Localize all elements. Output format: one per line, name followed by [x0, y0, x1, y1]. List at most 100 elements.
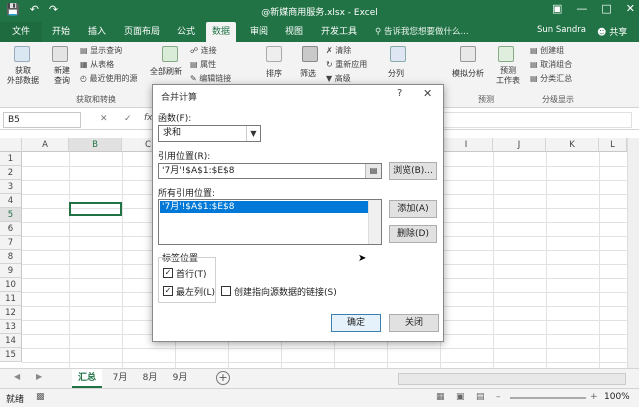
cancel-icon[interactable]: ✕ — [100, 114, 108, 124]
horizontal-scrollbar[interactable] — [398, 373, 626, 385]
text-to-columns-button[interactable]: 分列 — [388, 68, 404, 79]
edit-links-button[interactable]: ✎ 编辑链接 — [190, 73, 231, 84]
sheet-tab-summary[interactable]: 汇总 — [72, 369, 102, 388]
tab-home[interactable]: 开始 — [46, 22, 76, 42]
zoom-slider[interactable] — [510, 397, 586, 399]
tell-me-search[interactable]: ⚲ 告诉我您想要做什么... — [375, 25, 469, 37]
sheet-tab-september[interactable]: 9月 — [168, 369, 192, 388]
edit-links-icon: ✎ — [190, 74, 197, 83]
macro-record-icon[interactable]: ▩ — [36, 392, 45, 402]
connections-button[interactable]: ☍ 连接 — [190, 45, 217, 56]
tab-file[interactable]: 文件 — [0, 22, 42, 42]
recent-sources-button[interactable]: ◴ 最近使用的源 — [80, 73, 138, 84]
row-header[interactable]: 11 — [0, 292, 22, 306]
row-header[interactable]: 7 — [0, 236, 22, 250]
create-links-checkbox[interactable] — [221, 286, 231, 296]
enter-icon[interactable]: ✓ — [124, 114, 132, 124]
row-header[interactable]: 10 — [0, 278, 22, 292]
tab-review[interactable]: 审阅 — [244, 22, 274, 42]
scroll-right-icon[interactable]: ▶ — [36, 372, 42, 381]
column-header[interactable]: I — [440, 138, 493, 152]
tab-view[interactable]: 视图 — [279, 22, 309, 42]
row-header[interactable]: 15 — [0, 348, 22, 362]
get-external-data-button[interactable]: 获取 外部数据 — [4, 66, 42, 86]
browse-button[interactable]: 浏览(B)... — [389, 162, 437, 180]
row-header[interactable]: 6 — [0, 222, 22, 236]
sheet-tab-july[interactable]: 7月 — [108, 369, 132, 388]
name-box[interactable]: B5 — [3, 112, 81, 128]
add-button[interactable]: 添加(A) — [389, 200, 437, 218]
function-select[interactable]: 求和 ▼ — [158, 125, 261, 142]
list-item[interactable]: '7月'!$A$1:$E$8 — [160, 201, 368, 213]
row-header[interactable]: 14 — [0, 334, 22, 348]
clear-filter-button[interactable]: ✗ 清除 — [326, 45, 351, 56]
all-references-list[interactable]: '7月'!$A$1:$E$8 — [158, 199, 382, 245]
page-layout-view-icon[interactable]: ▣ — [456, 392, 465, 402]
forecast-sheet-button[interactable]: 预测 工作表 — [494, 66, 522, 86]
zoom-out-icon[interactable]: – — [496, 392, 501, 402]
minimize-icon[interactable]: — — [576, 2, 587, 15]
help-icon[interactable]: ? — [397, 88, 402, 99]
from-table-button[interactable]: ▦ 从表格 — [80, 59, 114, 70]
advanced-filter-button[interactable]: ▼ 高级 — [326, 73, 351, 84]
share-button[interactable]: ☻ 共享 — [597, 25, 627, 38]
row-header[interactable]: 2 — [0, 166, 22, 180]
gridline — [599, 152, 600, 368]
column-header[interactable]: B — [69, 138, 122, 152]
group-button[interactable]: ▤ 创建组 — [530, 45, 564, 56]
list-scrollbar[interactable] — [368, 200, 381, 244]
dialog-close-icon[interactable]: ✕ — [423, 87, 432, 100]
close-button[interactable]: 关闭 — [389, 314, 439, 332]
filter-button[interactable]: 筛选 — [300, 68, 316, 79]
column-header[interactable]: A — [22, 138, 69, 152]
title-bar: 💾 ↶ ↷ @新媒商用服务.xlsx - Excel ▣ — □ ✕ — [0, 0, 639, 22]
row-header[interactable]: 9 — [0, 264, 22, 278]
user-name[interactable]: Sun Sandra — [537, 25, 586, 35]
page-break-view-icon[interactable]: ▤ — [476, 392, 485, 402]
properties-button[interactable]: ▤ 属性 — [190, 59, 216, 70]
reference-input[interactable]: '7月'!$A$1:$E$8 — [158, 163, 382, 179]
gridline — [546, 152, 547, 368]
zoom-in-icon[interactable]: + — [590, 392, 598, 402]
tab-data[interactable]: 数据 — [206, 22, 237, 42]
vertical-scrollbar[interactable] — [627, 138, 639, 368]
range-picker-icon[interactable]: ▤ — [365, 164, 381, 178]
tab-developer[interactable]: 开发工具 — [315, 22, 363, 42]
zoom-level[interactable]: 100% — [604, 392, 630, 402]
row-header[interactable]: 8 — [0, 250, 22, 264]
new-query-button[interactable]: 新建 查询 — [48, 66, 76, 86]
row-header[interactable]: 3 — [0, 180, 22, 194]
row-header[interactable]: 5 — [0, 208, 22, 222]
ok-button[interactable]: 确定 — [331, 314, 381, 332]
row-header[interactable]: 1 — [0, 152, 22, 166]
top-row-checkbox[interactable]: ✓ — [163, 268, 173, 278]
ungroup-button[interactable]: ▤ 取消组合 — [530, 59, 572, 70]
group-icon: ▤ — [530, 46, 538, 55]
plus-circle-icon[interactable]: + — [216, 371, 230, 385]
row-header[interactable]: 12 — [0, 306, 22, 320]
sheet-tab-august[interactable]: 8月 — [138, 369, 162, 388]
ribbon-display-icon[interactable]: ▣ — [552, 2, 562, 15]
selected-cell-b5[interactable] — [69, 202, 122, 216]
row-header[interactable]: 13 — [0, 320, 22, 334]
left-column-checkbox[interactable]: ✓ — [163, 286, 173, 296]
reapply-button[interactable]: ↻ 重新应用 — [326, 59, 367, 70]
column-header[interactable]: K — [546, 138, 599, 152]
row-header[interactable]: 4 — [0, 194, 22, 208]
sort-button[interactable]: 排序 — [266, 68, 282, 79]
tab-formulas[interactable]: 公式 — [171, 22, 201, 42]
whatif-analysis-button[interactable]: 模拟分析 — [452, 68, 484, 79]
tab-page-layout[interactable]: 页面布局 — [118, 22, 166, 42]
delete-button[interactable]: 删除(D) — [389, 225, 437, 243]
maximize-icon[interactable]: □ — [601, 2, 611, 15]
refresh-all-button[interactable]: 全部刷新 — [150, 66, 182, 77]
tab-insert[interactable]: 插入 — [82, 22, 112, 42]
column-header[interactable]: L — [599, 138, 627, 152]
show-query-button[interactable]: ▤ 显示查询 — [80, 45, 122, 56]
subtotal-button[interactable]: ▤ 分类汇总 — [530, 73, 572, 84]
normal-view-icon[interactable]: ▦ — [436, 392, 445, 402]
scroll-left-icon[interactable]: ◀ — [14, 372, 20, 381]
close-icon[interactable]: ✕ — [626, 2, 635, 15]
column-header[interactable]: J — [493, 138, 546, 152]
select-all-corner[interactable] — [0, 138, 22, 152]
